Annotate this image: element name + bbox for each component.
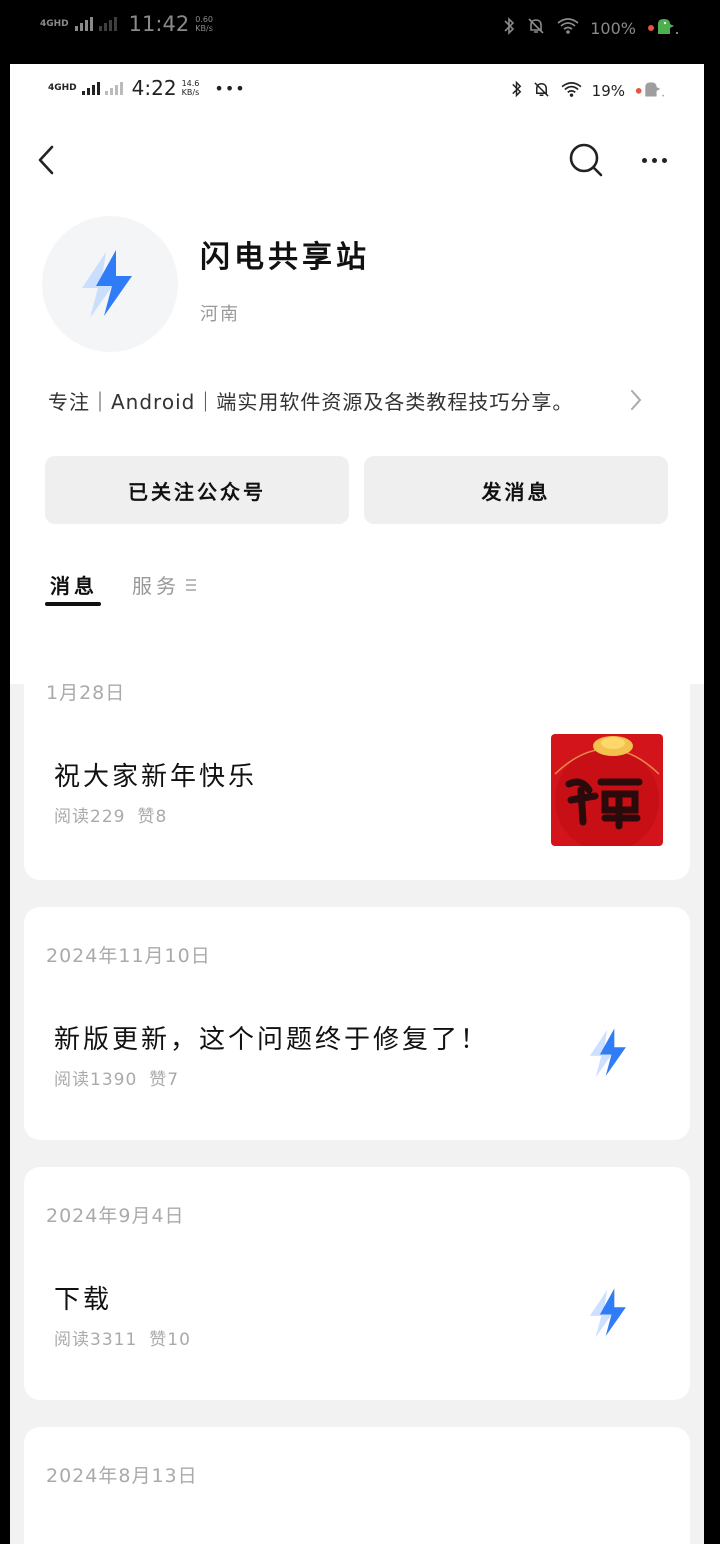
outer-network-label: 4GHD [40,18,69,29]
inner-signal-icon [81,81,100,95]
notification-more-icon: ••• [214,78,246,98]
post-date: 2024年11月10日 [46,945,211,967]
post-stats: 阅读3311 赞10 [54,1330,191,1350]
post-date: 2024年8月13日 [46,1465,198,1487]
fu-new-year-image [551,734,663,846]
inner-battery: 19% [591,82,625,100]
chevron-left-icon [38,145,54,175]
post-card[interactable]: 2024年9月4日 下载 阅读3311 赞10 [24,1167,690,1400]
account-description[interactable]: 专注｜Android｜端实用软件资源及各类教程技巧分享。 [48,386,668,415]
search-button[interactable] [566,140,606,180]
post-date: 2024年9月4日 [46,1205,185,1227]
post-date: 1月28日 [46,682,126,704]
active-tab-indicator [45,602,101,606]
outer-time: 11:42 [128,12,190,36]
inner-bluetooth-icon [510,79,523,103]
post-card[interactable]: 1月28日 祝大家新年快乐 阅读229 赞8 [24,644,690,880]
inner-wifi-icon [560,81,583,102]
post-stats: 阅读1390 赞7 [54,1070,180,1090]
inner-signal-2-icon [104,81,123,95]
post-title[interactable]: 下载 [54,1279,112,1316]
tab-messages[interactable]: 消息 [50,570,98,599]
post-title[interactable]: 祝大家新年快乐 [54,756,257,793]
back-button[interactable] [30,138,62,182]
inner-dino-icon [634,79,666,103]
phone-screen: 4GHD 4:22 14.6 KB/s ••• 19% 闪电共享站 河南 专注｜… [10,64,704,1544]
menu-lines-icon [186,578,196,591]
dot-icon [641,157,647,163]
more-options-button[interactable] [632,140,676,180]
account-name: 闪电共享站 [200,240,370,275]
account-location: 河南 [200,304,240,325]
description-expand-button[interactable] [624,386,648,414]
bluetooth-icon [502,16,516,40]
post-thumbnail[interactable] [584,1283,636,1343]
tab-services-label: 服务 [132,574,180,598]
dot-icon [661,157,667,163]
inner-mute-icon [532,80,551,103]
mute-icon [526,16,546,40]
bolt-logo-icon [589,1028,626,1078]
tab-services[interactable]: 服务 [132,570,196,599]
post-thumbnail[interactable] [551,734,663,846]
dot-icon [651,157,657,163]
signal-2-icon [98,17,117,31]
account-avatar[interactable] [42,216,178,352]
wifi-icon [556,17,580,39]
inner-time: 4:22 [131,76,177,100]
outer-speed: 0.60 KB/s [195,15,213,33]
bolt-logo-icon [82,250,132,318]
outer-status-bar: 4GHD 11:42 0.60 KB/s 100% [0,0,720,64]
inner-status-bar: 4GHD 4:22 14.6 KB/s ••• 19% [10,64,704,116]
post-title[interactable]: 新版更新，这个问题终于修复了！ [54,1019,489,1056]
post-card[interactable]: 2024年11月10日 新版更新，这个问题终于修复了！ 阅读1390 赞7 [24,907,690,1140]
inner-network-label: 4GHD [48,82,77,93]
signal-icon [74,17,93,31]
outer-battery: 100% [590,18,636,38]
search-icon [569,143,603,177]
dino-icon [646,16,680,40]
chevron-right-icon [631,390,642,410]
bolt-logo-icon [589,1288,626,1338]
post-card[interactable]: 2024年8月13日 [24,1427,690,1544]
followed-button[interactable]: 已关注公众号 [45,456,349,524]
post-stats: 阅读229 赞8 [54,807,168,827]
post-thumbnail[interactable] [584,1023,636,1083]
inner-speed: 14.6 KB/s [181,79,200,97]
send-message-button[interactable]: 发消息 [364,456,668,524]
